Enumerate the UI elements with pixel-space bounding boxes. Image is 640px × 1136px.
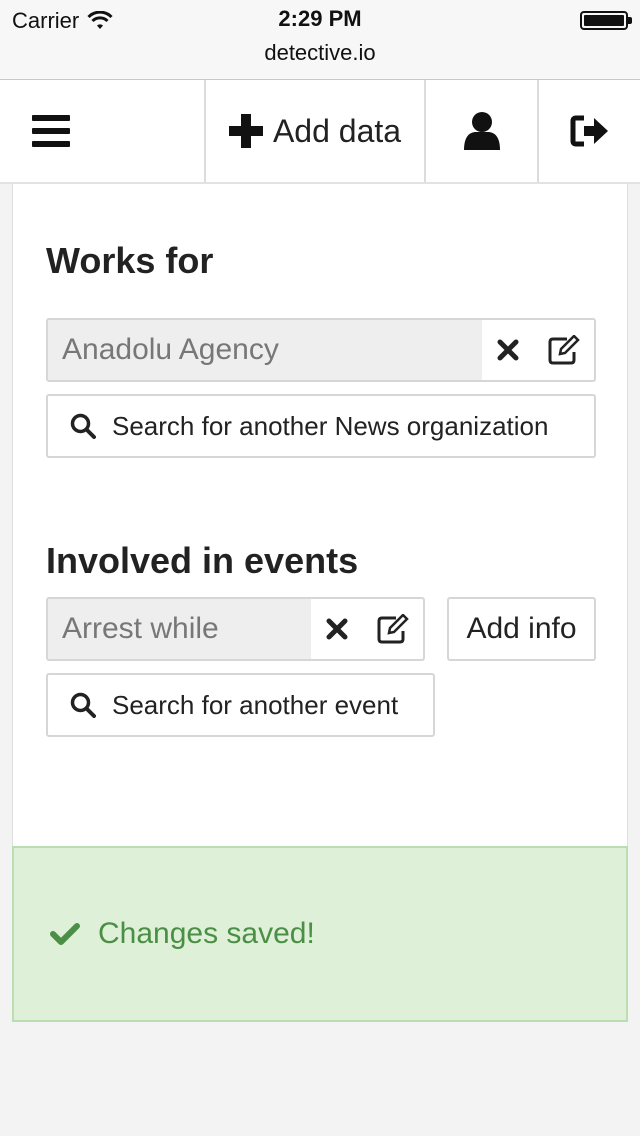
- edit-icon: [377, 614, 409, 644]
- works-for-edit-button[interactable]: [534, 318, 596, 382]
- event-search-button[interactable]: Search for another event: [46, 673, 435, 737]
- event-value-field: Arrest while: [46, 597, 313, 661]
- close-icon: [497, 339, 519, 361]
- close-icon: [326, 618, 348, 640]
- works-for-value: Anadolu Agency: [62, 333, 279, 366]
- edit-form-card: Works for Anadolu Agency Search for anot…: [12, 184, 628, 846]
- address-bar-url[interactable]: detective.io: [0, 40, 640, 66]
- sign-out-icon: [570, 115, 608, 147]
- search-icon: [70, 413, 96, 439]
- events-heading: Involved in events: [46, 540, 359, 581]
- checkmark-icon: [50, 923, 80, 945]
- logout-button[interactable]: [537, 80, 640, 182]
- works-for-value-field: Anadolu Agency: [46, 318, 484, 382]
- event-search-label: Search for another event: [112, 689, 399, 720]
- event-remove-button[interactable]: [311, 597, 365, 661]
- menu-button[interactable]: [0, 80, 204, 182]
- add-info-label: Add info: [466, 612, 577, 645]
- browser-status-bar: Carrier 2:29 PM detective.io: [0, 0, 640, 80]
- works-for-remove-button[interactable]: [482, 318, 536, 382]
- works-for-search-button[interactable]: Search for another News organization: [46, 394, 596, 458]
- add-info-button[interactable]: Add info: [447, 597, 596, 661]
- clock: 2:29 PM: [278, 6, 362, 31]
- event-value: Arrest while: [62, 612, 219, 645]
- event-edit-button[interactable]: [363, 597, 425, 661]
- add-data-button[interactable]: Add data: [204, 80, 424, 182]
- works-for-heading: Works for: [46, 240, 214, 281]
- alert-message: Changes saved!: [98, 917, 315, 950]
- top-navbar: Add data: [0, 80, 640, 184]
- add-data-label: Add data: [272, 112, 402, 149]
- battery-icon: [580, 11, 632, 30]
- user-profile-button[interactable]: [424, 80, 537, 182]
- hamburger-icon: [32, 115, 70, 147]
- search-icon: [70, 692, 96, 718]
- success-alert: Changes saved!: [12, 846, 628, 1022]
- user-icon: [463, 112, 500, 150]
- works-for-search-label: Search for another News organization: [112, 410, 549, 441]
- edit-icon: [548, 335, 580, 365]
- plus-icon: [228, 114, 263, 148]
